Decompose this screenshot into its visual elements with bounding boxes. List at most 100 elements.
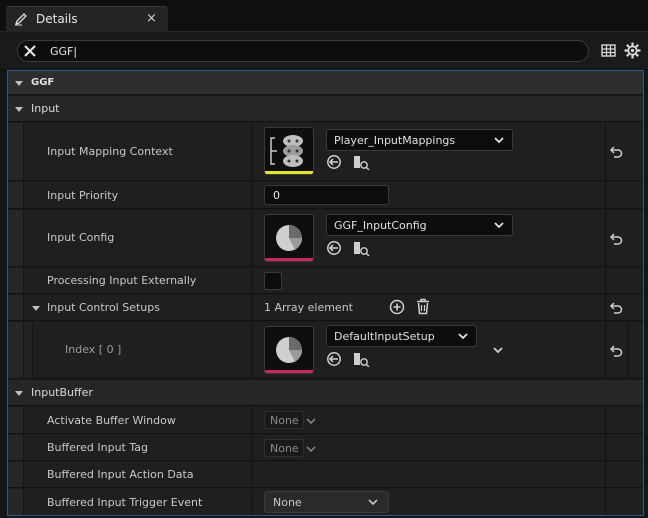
chevron-down-icon xyxy=(458,333,468,340)
tab-details[interactable]: Details × xyxy=(6,6,168,32)
reset-to-default-icon[interactable] xyxy=(609,302,623,314)
row-gutter xyxy=(8,210,24,266)
column-splitter[interactable] xyxy=(251,407,252,433)
column-splitter[interactable] xyxy=(251,295,252,320)
tab-title: Details xyxy=(36,12,78,26)
browse-folder-icon[interactable] xyxy=(354,156,370,170)
details-panel: GGF Input Input Mapping Context Player_I… xyxy=(7,70,644,516)
property-label: Activate Buffer Window xyxy=(47,414,176,427)
column-splitter[interactable] xyxy=(251,182,252,208)
use-selected-icon[interactable] xyxy=(327,155,341,169)
asset-name: GGF_InputConfig xyxy=(334,219,427,232)
reset-to-default-icon[interactable] xyxy=(609,345,623,357)
buffered-input-trigger-event-combo[interactable]: None xyxy=(264,491,389,513)
asset-actions xyxy=(327,155,370,170)
property-row-buffered-input-trigger-event: Buffered Input Trigger Event None xyxy=(8,489,643,515)
search-box[interactable] xyxy=(17,40,589,62)
property-row-input-priority: Input Priority 0 xyxy=(8,182,643,209)
asset-thumbnail[interactable] xyxy=(264,326,314,374)
column-splitter xyxy=(605,295,606,320)
browse-folder-icon[interactable] xyxy=(354,353,370,367)
asset-picker-combo[interactable]: DefaultInputSetup xyxy=(326,325,477,347)
category-input-buffer[interactable]: InputBuffer xyxy=(8,380,643,406)
property-row-input-mapping-context: Input Mapping Context Player_InputMappin… xyxy=(8,123,643,181)
column-splitter[interactable] xyxy=(251,462,252,487)
property-label: Input Config xyxy=(47,231,115,244)
asset-type-bar xyxy=(265,258,313,261)
property-label: Input Control Setups xyxy=(47,301,160,314)
activate-buffer-window-combo[interactable]: None xyxy=(264,411,304,429)
collapse-arrow-icon[interactable] xyxy=(15,107,23,112)
use-selected-icon[interactable] xyxy=(327,241,341,255)
pencil-icon xyxy=(14,13,27,26)
search-input[interactable] xyxy=(50,43,570,59)
row-gutter xyxy=(8,123,24,180)
details-toolbar xyxy=(0,33,648,69)
tab-bar: Details × xyxy=(0,0,648,32)
row-gutter xyxy=(8,295,24,320)
property-label: Input Mapping Context xyxy=(47,145,173,158)
reset-to-default-icon[interactable] xyxy=(609,146,623,158)
property-row-input-config: Input Config GGF_InputConfig xyxy=(8,210,643,267)
table-view-icon[interactable] xyxy=(601,43,616,58)
use-selected-icon[interactable] xyxy=(327,352,341,366)
asset-picker-combo[interactable]: GGF_InputConfig xyxy=(326,214,513,236)
chevron-down-icon xyxy=(368,499,378,506)
buffered-input-tag-combo[interactable]: None xyxy=(264,439,304,457)
asset-thumbnail[interactable] xyxy=(264,127,314,175)
asset-name: Player_InputMappings xyxy=(334,134,456,147)
asset-type-bar xyxy=(265,370,313,373)
trash-icon[interactable] xyxy=(416,298,430,315)
asset-picker-combo[interactable]: Player_InputMappings xyxy=(326,129,513,151)
array-count: 1 Array element xyxy=(264,301,353,314)
row-gutter xyxy=(8,489,24,515)
category-label: GGF xyxy=(31,77,55,88)
collapse-arrow-icon[interactable] xyxy=(15,391,23,396)
column-splitter xyxy=(627,322,628,378)
property-label: Processing Input Externally xyxy=(47,274,197,287)
close-tab-button[interactable]: × xyxy=(146,11,157,26)
column-splitter[interactable] xyxy=(251,322,252,378)
property-label: Buffered Input Tag xyxy=(47,441,148,454)
column-splitter xyxy=(605,462,606,487)
collapse-arrow-icon[interactable] xyxy=(15,81,23,86)
row-gutter xyxy=(8,182,24,208)
chevron-down-icon[interactable] xyxy=(306,417,316,425)
property-row-processing-input-externally: Processing Input Externally xyxy=(8,268,643,294)
column-splitter xyxy=(605,210,606,266)
row-gutter xyxy=(8,435,24,460)
chevron-down-icon[interactable] xyxy=(306,445,316,453)
add-element-icon[interactable] xyxy=(389,299,405,315)
clear-search-icon[interactable] xyxy=(23,44,37,58)
category-ggf[interactable]: GGF xyxy=(8,71,643,95)
asset-type-bar xyxy=(265,171,313,174)
reset-to-default-icon[interactable] xyxy=(609,233,623,245)
settings-gear-icon[interactable] xyxy=(624,42,641,59)
asset-actions xyxy=(327,352,370,367)
column-splitter[interactable] xyxy=(251,435,252,460)
input-priority-field[interactable]: 0 xyxy=(264,185,389,205)
column-splitter xyxy=(605,182,606,208)
processing-input-externally-checkbox[interactable] xyxy=(264,272,282,290)
chevron-down-icon xyxy=(494,222,504,229)
property-row-activate-buffer-window: Activate Buffer Window None xyxy=(8,407,643,434)
asset-thumbnail[interactable] xyxy=(264,214,314,262)
property-row-input-control-setups: Input Control Setups 1 Array element xyxy=(8,295,643,321)
expand-arrow-icon[interactable] xyxy=(32,306,40,311)
asset-actions xyxy=(327,241,370,256)
column-splitter xyxy=(605,322,606,378)
element-options-chevron-icon[interactable] xyxy=(493,346,503,354)
column-splitter[interactable] xyxy=(251,489,252,515)
browse-folder-icon[interactable] xyxy=(354,242,370,256)
category-input[interactable]: Input xyxy=(8,96,643,122)
column-splitter xyxy=(605,268,606,293)
row-gutter xyxy=(8,462,24,487)
row-gutter xyxy=(25,322,33,378)
data-asset-pie-icon xyxy=(276,225,302,251)
combo-value: None xyxy=(270,442,299,455)
chevron-down-icon xyxy=(494,137,504,144)
column-splitter[interactable] xyxy=(251,210,252,266)
column-splitter[interactable] xyxy=(251,268,252,293)
column-splitter[interactable] xyxy=(251,123,252,180)
property-row-buffered-input-tag: Buffered Input Tag None xyxy=(8,435,643,461)
